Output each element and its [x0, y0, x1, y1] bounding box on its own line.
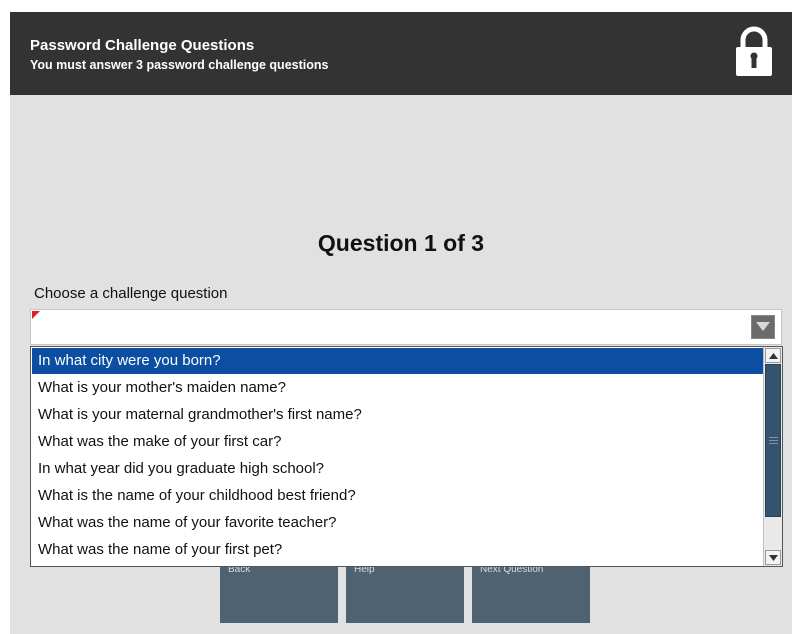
next-question-button[interactable]: Next Question — [472, 561, 590, 623]
dropdown-option[interactable]: What was the name of your favorite teach… — [32, 510, 763, 536]
dropdown-option[interactable]: What was the make of your first car? — [32, 429, 763, 455]
dropdown-option[interactable]: What was the name of your first pet? — [32, 537, 763, 563]
dropdown-option[interactable]: What is your maternal grandmother's firs… — [32, 402, 763, 428]
dropdown-option[interactable]: What is the name of your childhood best … — [32, 483, 763, 509]
thumb-grip-line — [769, 443, 778, 444]
scroll-thumb[interactable] — [765, 364, 781, 517]
help-button[interactable]: Help — [346, 561, 464, 623]
dropdown-arrow-button[interactable] — [751, 315, 775, 339]
challenge-question-select[interactable] — [30, 309, 782, 345]
thumb-grip-line — [769, 437, 778, 438]
dropdown-option[interactable]: In what city were you born? — [32, 348, 763, 374]
challenge-question-label: Choose a challenge question — [34, 285, 228, 302]
back-button[interactable]: Back — [220, 561, 338, 623]
question-dropdown-list: In what city were you born? What is your… — [30, 346, 783, 567]
scroll-down-button[interactable] — [765, 550, 781, 565]
page-subtitle: You must answer 3 password challenge que… — [30, 58, 329, 72]
scroll-up-button[interactable] — [765, 348, 781, 363]
thumb-grip-line — [769, 440, 778, 441]
dropdown-option[interactable]: In what year did you graduate high schoo… — [32, 456, 763, 482]
page-title: Password Challenge Questions — [30, 37, 255, 54]
chevron-down-icon — [756, 322, 770, 331]
app-frame: Password Challenge Questions You must an… — [10, 12, 792, 634]
dropdown-option[interactable]: What is your mother's maiden name? — [32, 375, 763, 401]
scroll-up-arrow-icon — [769, 353, 778, 359]
header-bar: Password Challenge Questions You must an… — [10, 12, 792, 95]
question-heading: Question 1 of 3 — [317, 230, 485, 256]
required-marker — [32, 311, 40, 319]
lock-icon — [736, 26, 772, 76]
dropdown-scrollbar[interactable] — [763, 347, 782, 566]
scroll-down-arrow-icon — [769, 555, 778, 561]
